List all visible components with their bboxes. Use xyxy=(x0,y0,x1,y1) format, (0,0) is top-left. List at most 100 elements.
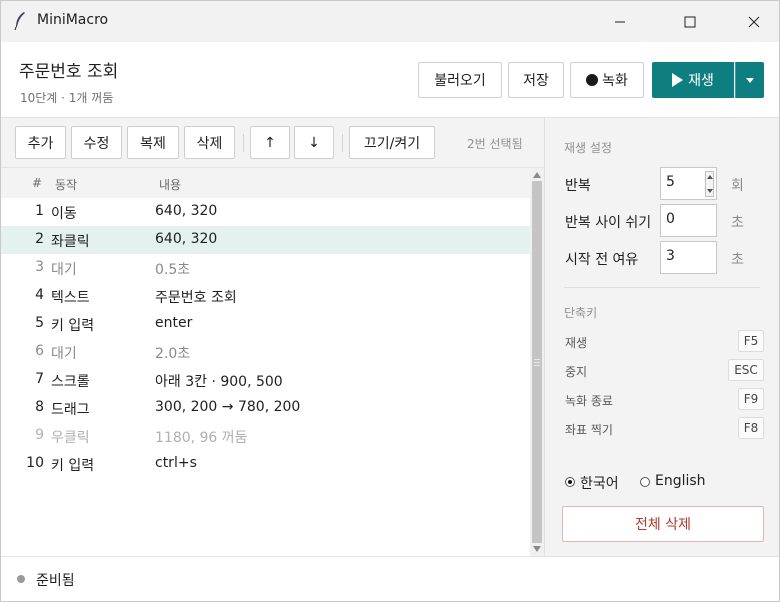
shortcut-label: 녹화 종료 xyxy=(565,394,613,408)
move-up-button[interactable]: ↑ xyxy=(250,126,290,159)
status-dot-icon xyxy=(17,575,25,583)
step-row[interactable]: 4 텍스트 주문번호 조회 xyxy=(1,282,530,310)
delay-unit: 초 xyxy=(731,252,744,268)
app-window: MiniMacro 주문번호 조회 10단계 · 1개 꺼둠 불러오기 저장 녹… xyxy=(0,0,780,602)
gap-label: 반복 사이 쉬기 xyxy=(565,215,652,231)
step-number: 8 xyxy=(35,399,44,415)
repeat-unit: 회 xyxy=(731,178,744,194)
grip-line xyxy=(534,365,540,366)
clear-all-button[interactable]: 전체 삭제 xyxy=(562,506,764,542)
repeat-label: 반복 xyxy=(565,178,591,194)
step-number: 4 xyxy=(35,287,44,303)
spin-buttons[interactable] xyxy=(705,171,714,197)
shortcut-key: F8 xyxy=(738,417,764,439)
record-button[interactable]: 녹화 xyxy=(570,62,644,98)
step-action: 텍스트 xyxy=(51,290,90,306)
chevron-down-icon xyxy=(745,77,754,83)
toolbar-divider xyxy=(342,134,343,152)
column-header-action: 동작 xyxy=(55,178,78,192)
step-number: 7 xyxy=(35,371,44,387)
gap-field[interactable]: 0 xyxy=(660,204,717,237)
step-action: 스크롤 xyxy=(51,374,90,390)
play-icon xyxy=(672,73,684,87)
step-content: 아래 3칸 · 900, 500 xyxy=(155,374,283,390)
gap-unit: 초 xyxy=(731,215,744,231)
repeat-stepper[interactable]: 5 xyxy=(660,167,717,200)
shortcut-title: 단축키 xyxy=(564,306,598,320)
step-row[interactable]: 10 키 입력 ctrl+s xyxy=(1,450,530,478)
step-row[interactable]: 7 스크롤 아래 3칸 · 900, 500 xyxy=(1,366,530,394)
spin-down-icon[interactable] xyxy=(707,189,713,193)
minimize-icon xyxy=(615,21,625,22)
add-step-button[interactable]: 추가 xyxy=(15,126,66,159)
step-row[interactable]: 3 대기 0.5초 xyxy=(1,254,530,282)
step-action: 드래그 xyxy=(51,402,90,418)
list-scrollbar[interactable] xyxy=(530,168,544,556)
save-button[interactable]: 저장 xyxy=(508,62,564,98)
minimize-button[interactable] xyxy=(597,1,643,42)
step-row-disabled[interactable]: 9 우클릭 1180, 96 꺼둠 xyxy=(1,422,530,450)
step-row[interactable]: 1 이동 640, 320 xyxy=(1,198,530,226)
spin-up-icon[interactable] xyxy=(707,175,713,179)
edit-step-button[interactable]: 수정 xyxy=(71,126,122,159)
feather-icon xyxy=(14,12,25,31)
duplicate-step-button[interactable]: 복제 xyxy=(127,126,179,159)
step-row[interactable]: 8 드래그 300, 200 → 780, 200 xyxy=(1,394,530,422)
play-button[interactable]: 재생 xyxy=(652,62,734,98)
step-content: 0.5초 xyxy=(155,262,191,278)
selection-count: 2번 선택됨 xyxy=(467,137,523,151)
step-row[interactable]: 5 키 입력 enter xyxy=(1,310,530,338)
settings-panel: 재생 설정 반복 5 회 반복 사이 쉬기 0 초 시작 전 여유 3 초 단축… xyxy=(544,118,779,556)
gap-value: 0 xyxy=(666,211,675,227)
window-title: MiniMacro xyxy=(37,12,109,28)
record-dot-icon xyxy=(586,74,599,86)
close-icon xyxy=(748,16,760,27)
step-number: 2 xyxy=(35,231,44,247)
panel-divider xyxy=(564,287,760,288)
load-button[interactable]: 불러오기 xyxy=(418,62,502,98)
step-content: 1180, 96 꺼둠 xyxy=(155,430,248,446)
scroll-up-icon[interactable] xyxy=(533,172,541,178)
grip-line xyxy=(534,359,540,360)
step-action: 우클릭 xyxy=(51,430,90,446)
step-number: 3 xyxy=(35,259,44,275)
scroll-thumb[interactable] xyxy=(532,181,542,543)
step-content: 640, 320 xyxy=(155,203,218,219)
macro-summary: 10단계 · 1개 꺼둠 xyxy=(20,91,114,105)
step-action: 이동 xyxy=(51,206,77,222)
grip-line xyxy=(534,362,540,363)
shortcut-key: ESC xyxy=(728,359,764,381)
step-row[interactable]: 6 대기 2.0초 xyxy=(1,338,530,366)
maximize-button[interactable] xyxy=(667,1,713,42)
step-action: 좌클릭 xyxy=(51,234,90,250)
step-action: 키 입력 xyxy=(51,458,95,474)
step-content: 300, 200 → 780, 200 xyxy=(155,399,301,415)
list-header: # 동작 내용 xyxy=(1,168,530,198)
toolbar-divider xyxy=(243,134,244,152)
step-number: 10 xyxy=(26,455,44,471)
delete-step-button[interactable]: 삭제 xyxy=(184,126,235,159)
step-number: 9 xyxy=(35,427,44,443)
maximize-icon xyxy=(684,16,696,27)
move-down-button[interactable]: ↓ xyxy=(294,126,334,159)
radio-korean[interactable] xyxy=(565,477,575,487)
shortcut-key: F9 xyxy=(738,388,764,410)
delay-field[interactable]: 3 xyxy=(660,241,717,274)
record-label: 녹화 xyxy=(602,73,628,89)
step-content: 640, 320 xyxy=(155,231,218,247)
macro-title: 주문번호 조회 xyxy=(19,62,119,82)
shortcut-key: F5 xyxy=(738,330,764,352)
shortcut-label: 중지 xyxy=(565,365,588,379)
step-content: 주문번호 조회 xyxy=(155,290,237,306)
step-row-selected[interactable]: 2 좌클릭 640, 320 xyxy=(1,226,530,254)
scroll-down-icon[interactable] xyxy=(533,546,541,552)
radio-english-label[interactable]: English xyxy=(655,473,706,489)
column-header-content: 내용 xyxy=(159,178,182,192)
title-bar: MiniMacro xyxy=(1,1,779,42)
playback-settings-title: 재생 설정 xyxy=(564,141,612,155)
radio-korean-label[interactable]: 한국어 xyxy=(580,473,619,493)
play-options-button[interactable] xyxy=(735,62,764,98)
toggle-step-button[interactable]: 끄기/켜기 xyxy=(349,126,435,159)
close-button[interactable] xyxy=(731,1,777,42)
radio-english[interactable] xyxy=(640,477,650,487)
